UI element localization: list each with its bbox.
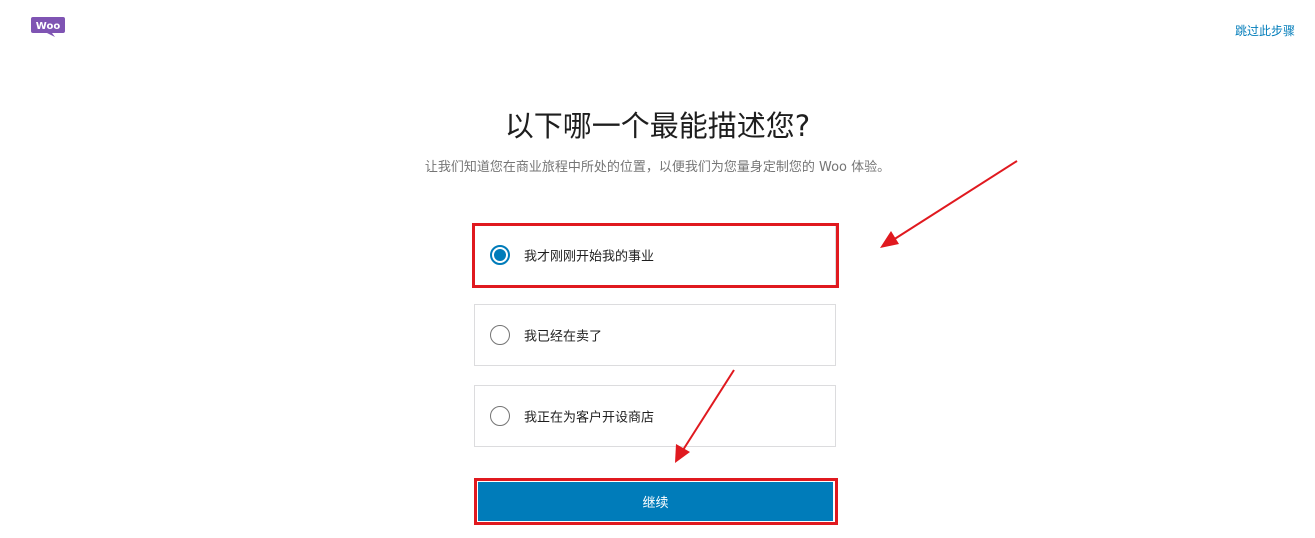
skip-step-link[interactable]: 跳过此步骤 (1235, 22, 1295, 39)
option-just-starting[interactable]: 我才刚刚开始我的事业 (474, 224, 836, 286)
option-label: 我已经在卖了 (524, 329, 603, 345)
page-title: 以下哪一个最能描述您? (504, 109, 811, 143)
woo-logo: Woo (31, 17, 65, 37)
option-for-client[interactable]: 我正在为客户开设商店 (474, 385, 836, 447)
radio-unchecked-icon[interactable] (490, 406, 510, 426)
option-label: 我正在为客户开设商店 (524, 410, 655, 426)
page-subtitle: 让我们知道您在商业旅程中所处的位置，以便我们为您量身定制您的 Woo 体验。 (424, 160, 891, 175)
option-label: 我才刚刚开始我的事业 (524, 249, 655, 265)
radio-unchecked-icon[interactable] (490, 325, 510, 345)
option-already-selling[interactable]: 我已经在卖了 (474, 304, 836, 366)
radio-checked-icon[interactable] (490, 245, 510, 265)
continue-button[interactable]: 继续 (478, 482, 833, 521)
onboarding-page: Woo 跳过此步骤 以下哪一个最能描述您? 让我们知道您在商业旅程中所处的位置，… (0, 0, 1315, 538)
logo-text: Woo (36, 21, 61, 32)
